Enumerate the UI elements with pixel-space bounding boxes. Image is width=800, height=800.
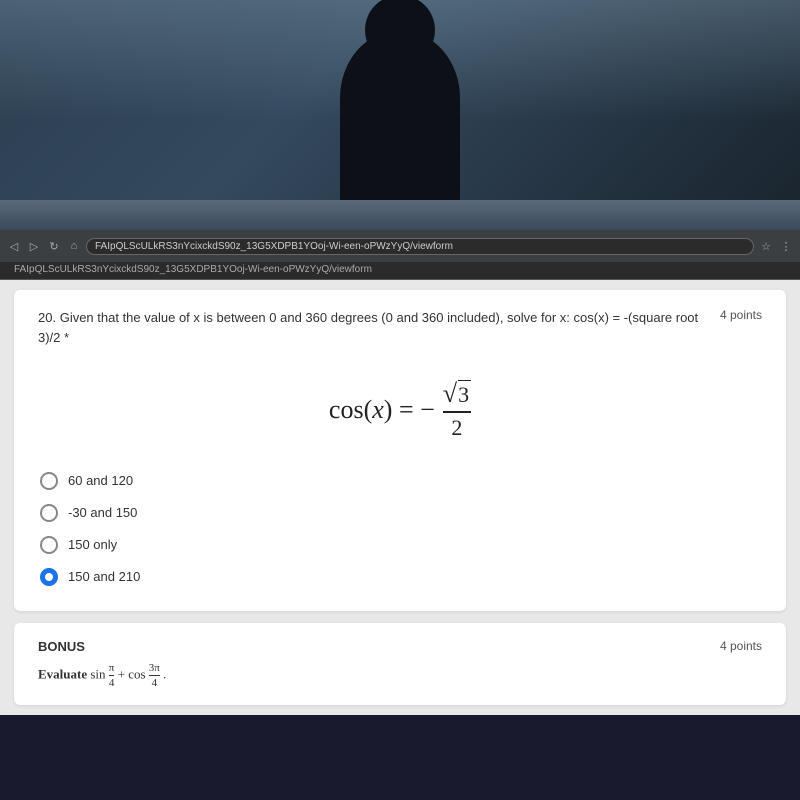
3pi-over-4: 3π 4 (149, 662, 160, 689)
browser-chrome: ◁ ▷ ↻ ⌂ FAIpQLScULkRS3nYcixckdS90z_13G5X… (0, 230, 800, 280)
evaluate-label: Evaluate (38, 666, 87, 681)
option-item-3[interactable]: 150 only (38, 529, 762, 561)
desk-area (0, 200, 800, 230)
sqrt-radicand: 3 (458, 380, 471, 408)
radio-button-2[interactable] (40, 504, 58, 522)
option-item-1[interactable]: 60 and 120 (38, 465, 762, 497)
option-label-4: 150 and 210 (68, 569, 140, 584)
option-item-2[interactable]: -30 and 150 (38, 497, 762, 529)
back-icon[interactable]: ◁ (6, 238, 22, 254)
person-silhouette (340, 30, 460, 200)
bonus-card: BONUS 4 points Evaluate sin π 4 + cos 3π… (14, 623, 786, 705)
radio-button-4[interactable] (40, 568, 58, 586)
bonus-title: BONUS (38, 639, 85, 654)
fraction-bar (443, 411, 471, 413)
menu-icon[interactable]: ⋮ (778, 238, 794, 254)
option-label-3: 150 only (68, 537, 117, 552)
webcam-background (0, 0, 800, 200)
pi-over-4: π 4 (109, 662, 115, 689)
main-content: 20. Given that the value of x is between… (0, 280, 800, 715)
fraction: 3 2 (443, 379, 471, 441)
bookmark-icon[interactable]: ☆ (758, 238, 774, 254)
fraction-numerator: 3 (443, 379, 471, 409)
question-card-20: 20. Given that the value of x is between… (14, 290, 786, 611)
bonus-points: 4 points (720, 639, 762, 653)
address-bar[interactable]: FAIpQLScULkRS3nYcixckdS90z_13G5XDPB1YOoj… (86, 238, 754, 255)
options-list: 60 and 120 -30 and 150 150 only 150 and … (38, 465, 762, 593)
question-asterisk: * (64, 330, 69, 345)
forward-icon[interactable]: ▷ (26, 238, 42, 254)
fraction-denominator: 2 (451, 415, 462, 441)
option-item-4[interactable]: 150 and 210 (38, 561, 762, 593)
question-text: 20. Given that the value of x is between… (38, 308, 720, 347)
formula-display: cos(x) = − 3 2 (38, 359, 762, 465)
refresh-icon[interactable]: ↻ (46, 238, 62, 254)
radio-inner-4 (45, 573, 53, 581)
bonus-header: BONUS 4 points (38, 639, 762, 654)
points-badge: 4 points (720, 308, 762, 322)
bonus-text: Evaluate sin π 4 + cos 3π 4 . (38, 662, 762, 689)
home-icon[interactable]: ⌂ (66, 238, 82, 254)
option-label-2: -30 and 150 (68, 505, 137, 520)
option-label-1: 60 and 120 (68, 473, 133, 488)
formula-inner: cos(x) = − 3 2 (329, 379, 471, 441)
url-bar[interactable]: FAIpQLScULkRS3nYcixckdS90z_13G5XDPB1YOoj… (0, 262, 800, 279)
browser-toolbar: ◁ ▷ ↻ ⌂ FAIpQLScULkRS3nYcixckdS90z_13G5X… (0, 230, 800, 262)
radio-button-3[interactable] (40, 536, 58, 554)
question-header: 20. Given that the value of x is between… (38, 308, 762, 347)
radio-button-1[interactable] (40, 472, 58, 490)
sqrt-symbol: 3 (443, 379, 471, 409)
question-body: Given that the value of x is between 0 a… (38, 310, 698, 345)
question-number: 20. (38, 310, 56, 325)
cos-x-text: cos(x) = − (329, 395, 435, 425)
